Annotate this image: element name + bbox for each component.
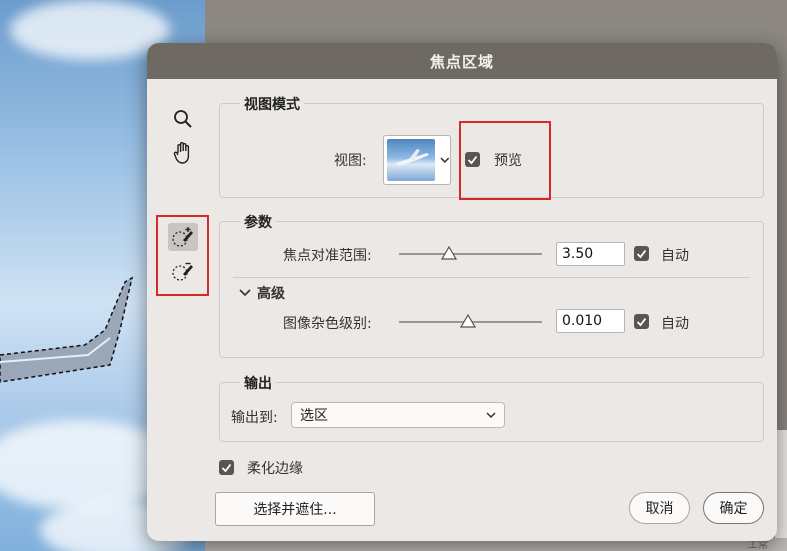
focus-area-add-tool[interactable] — [168, 223, 198, 251]
checkmark-icon — [636, 249, 647, 258]
focus-auto-checkbox[interactable] — [634, 246, 649, 261]
params-group — [219, 221, 764, 358]
zoom-tool[interactable] — [168, 105, 198, 133]
advanced-chevron-icon[interactable] — [239, 288, 251, 298]
focus-auto-label: 自动 — [661, 248, 689, 264]
checkmark-icon — [636, 317, 647, 326]
dialog-title: 焦点区域 — [147, 43, 777, 79]
noise-slider-thumb[interactable] — [459, 314, 476, 328]
plane-wing-selection — [0, 276, 134, 383]
soften-edges-label: 柔化边缘 — [247, 461, 303, 477]
view-thumbnail-select[interactable] — [383, 135, 451, 185]
subtract-brush-icon — [172, 262, 193, 281]
output-to-value: 选区 — [300, 408, 328, 424]
view-thumbnail-image — [387, 139, 436, 181]
ok-button[interactable]: 确定 — [703, 492, 764, 524]
hand-icon — [173, 142, 190, 164]
advanced-divider — [233, 277, 750, 278]
noise-auto-label: 自动 — [661, 316, 689, 332]
focus-range-slider-track[interactable] — [399, 253, 542, 255]
preview-label: 预览 — [494, 153, 522, 169]
noise-label: 图像杂色级别: — [283, 316, 372, 332]
output-to-select[interactable]: 选区 — [291, 402, 505, 428]
view-mode-title: 视图模式 — [240, 94, 304, 114]
soften-edges-checkbox[interactable] — [219, 460, 234, 475]
preview-checkbox[interactable] — [465, 152, 480, 167]
add-brush-icon — [172, 227, 193, 247]
chevron-down-icon — [486, 412, 496, 419]
view-label: 视图: — [334, 153, 367, 169]
focus-range-label: 焦点对准范围: — [283, 248, 372, 264]
chevron-down-icon — [440, 157, 450, 163]
focus-range-input[interactable]: 3.50 — [556, 242, 625, 266]
noise-auto-checkbox[interactable] — [634, 314, 649, 329]
noise-input[interactable]: 0.010 — [556, 309, 625, 333]
params-title: 参数 — [240, 212, 276, 232]
focus-area-dialog: 焦点区域 视图模式 视图: 预览 参数 焦点对准范围: 3.50 自动 高级 图… — [147, 43, 777, 541]
cancel-button[interactable]: 取消 — [629, 492, 690, 524]
checkmark-icon — [467, 155, 478, 164]
magnifier-icon — [174, 110, 192, 128]
output-title: 输出 — [240, 373, 276, 393]
select-and-mask-button[interactable]: 选择并遮住... — [215, 492, 375, 526]
checkmark-icon — [221, 463, 232, 472]
focus-range-slider-thumb[interactable] — [441, 246, 458, 260]
hand-tool[interactable] — [168, 139, 198, 167]
advanced-title[interactable]: 高级 — [257, 283, 285, 303]
output-to-label: 输出到: — [231, 410, 278, 426]
focus-area-subtract-tool[interactable] — [168, 257, 198, 285]
